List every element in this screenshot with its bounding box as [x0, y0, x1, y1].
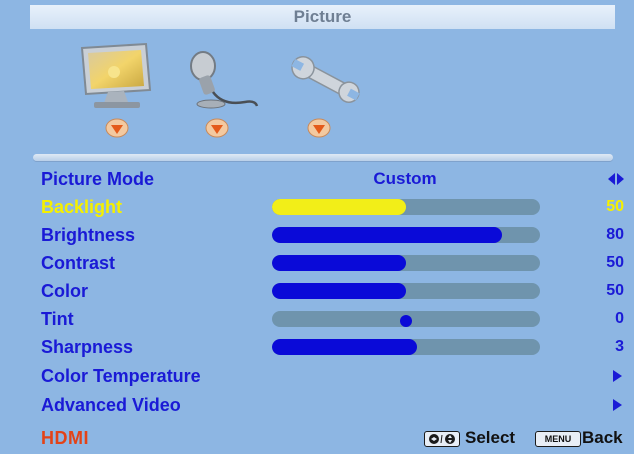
- color-slider[interactable]: [272, 283, 540, 299]
- setting-value: 0: [615, 310, 624, 327]
- setting-picture-mode[interactable]: Picture Mode Custom: [0, 165, 634, 193]
- monitor-icon[interactable]: [78, 42, 158, 112]
- slider-fill: [272, 227, 503, 243]
- tab-setup-marker[interactable]: [306, 118, 332, 140]
- picture-mode-value: Custom: [373, 169, 437, 188]
- setting-label: Brightness: [41, 225, 136, 245]
- menu-key-icon: MENU: [535, 431, 581, 447]
- setting-backlight[interactable]: Backlight 50: [0, 193, 634, 221]
- setting-advanced-video[interactable]: Advanced Video: [0, 391, 634, 419]
- tab-audio-marker[interactable]: [204, 118, 230, 140]
- sharpness-slider[interactable]: [272, 339, 540, 355]
- setting-color[interactable]: Color 50: [0, 277, 634, 305]
- setting-sharpness[interactable]: Sharpness 3: [0, 333, 634, 361]
- tint-slider[interactable]: [272, 311, 540, 327]
- contrast-slider[interactable]: [272, 255, 540, 271]
- left-right-arrows-icon: [608, 173, 624, 185]
- microphone-icon[interactable]: [185, 48, 260, 112]
- setting-tint[interactable]: Tint 0: [0, 305, 634, 333]
- menu-title: Picture: [30, 5, 615, 29]
- setting-value: 50: [606, 282, 624, 299]
- setting-label: Picture Mode: [41, 169, 155, 189]
- brightness-slider[interactable]: [272, 227, 540, 243]
- footer-bar: HDMI Select MENU Back: [0, 425, 634, 454]
- navigate-keys-icon: [424, 431, 460, 447]
- menu-divider: [33, 154, 613, 161]
- tab-picture-marker[interactable]: [104, 118, 130, 140]
- slider-fill: [272, 339, 417, 355]
- setting-value: 3: [615, 338, 624, 355]
- slider-knob[interactable]: [400, 315, 412, 327]
- tv-osd-screen: Picture Picture Mode Custom Backlight 50…: [0, 0, 634, 454]
- setting-label: Backlight: [41, 197, 123, 217]
- setting-label: Sharpness: [41, 337, 134, 357]
- slider-fill: [272, 283, 406, 299]
- submenu-arrow-icon: [613, 370, 622, 382]
- setting-label: Tint: [41, 309, 74, 329]
- input-source-label: HDMI: [41, 428, 89, 448]
- wrench-icon[interactable]: [290, 50, 362, 110]
- setting-value: 80: [606, 226, 624, 243]
- setting-label: Color Temperature: [41, 366, 201, 386]
- setting-label: Contrast: [41, 253, 116, 273]
- setting-brightness[interactable]: Brightness 80: [0, 221, 634, 249]
- setting-contrast[interactable]: Contrast 50: [0, 249, 634, 277]
- slider-fill: [272, 255, 406, 271]
- setting-color-temperature[interactable]: Color Temperature: [0, 362, 634, 390]
- setting-label: Advanced Video: [41, 395, 181, 415]
- setting-value: 50: [606, 254, 624, 271]
- select-hint: Select: [465, 428, 516, 447]
- setting-label: Color: [41, 281, 88, 301]
- back-hint: Back: [582, 428, 623, 447]
- slider-fill: [272, 199, 406, 215]
- backlight-slider[interactable]: [272, 199, 540, 215]
- setting-value: 50: [606, 198, 624, 215]
- submenu-arrow-icon: [613, 399, 622, 411]
